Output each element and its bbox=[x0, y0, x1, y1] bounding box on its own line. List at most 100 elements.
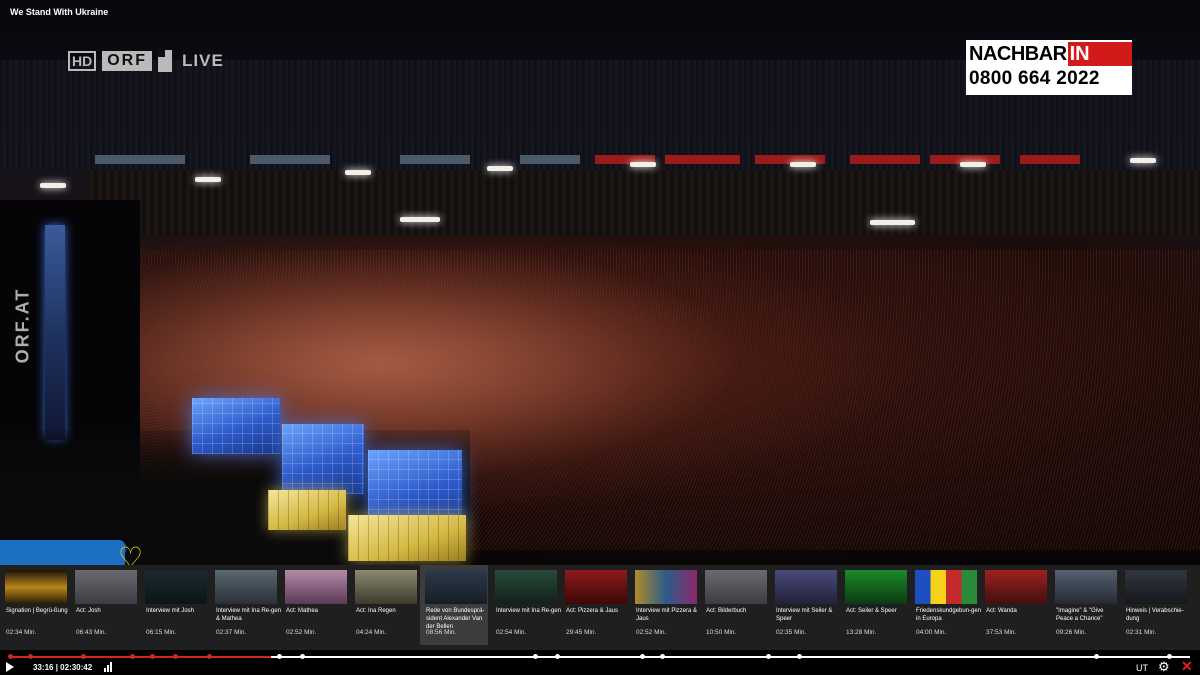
chapter-duration: 04:00 Min. bbox=[916, 629, 947, 636]
chapter-marker[interactable] bbox=[28, 654, 34, 659]
stage-led-screen bbox=[45, 225, 65, 440]
chapter-item[interactable]: Friedenskundgebun-gen in Europa 04:00 Min… bbox=[910, 565, 981, 645]
orf1-icon bbox=[158, 50, 173, 72]
chapter-thumbnail bbox=[425, 570, 487, 604]
chapter-thumbnail bbox=[915, 570, 977, 604]
subtitles-button[interactable]: UT bbox=[1136, 663, 1148, 673]
chapter-thumbnail bbox=[145, 570, 207, 604]
hd-badge: HD bbox=[68, 51, 97, 71]
chapter-marker[interactable] bbox=[172, 654, 178, 659]
chapter-marker[interactable] bbox=[129, 654, 135, 659]
chapter-marker[interactable] bbox=[765, 654, 771, 659]
chapter-thumbnail bbox=[565, 570, 627, 604]
chapter-item[interactable]: "Imagine" & "Give Peace a Chance" 09:26 M… bbox=[1050, 565, 1118, 645]
chapter-item[interactable]: Signation | Begrü-ßung 02:34 Min. bbox=[0, 565, 68, 645]
channel-name: ORF bbox=[102, 51, 153, 71]
chapter-title: "Imagine" & "Give Peace a Chance" bbox=[1056, 608, 1104, 622]
chapter-duration: 37:53 Min. bbox=[986, 629, 1017, 636]
chapter-thumbnail bbox=[635, 570, 697, 604]
chapter-marker[interactable] bbox=[207, 654, 213, 659]
chapter-duration: 29:45 Min. bbox=[566, 629, 597, 636]
chapter-item[interactable]: Act: Josh 06:43 Min. bbox=[70, 565, 138, 645]
chapter-item[interactable]: Act: Ina Regen 04:24 Min. bbox=[350, 565, 418, 645]
chapter-item[interactable]: Interview mit Josh 06:15 Min. bbox=[140, 565, 208, 645]
chapter-marker[interactable] bbox=[532, 654, 538, 659]
chapter-thumbnail bbox=[5, 570, 67, 604]
donation-banner: NACHBAR IN NOT 0800 664 2022 bbox=[966, 40, 1132, 95]
chapter-duration: 09:26 Min. bbox=[1056, 629, 1087, 636]
chapter-thumbnail bbox=[705, 570, 767, 604]
chapter-item[interactable]: Act: Seiler & Speer 13:28 Min. bbox=[840, 565, 908, 645]
chapter-marker[interactable] bbox=[660, 654, 666, 659]
chapter-thumbnail bbox=[985, 570, 1047, 604]
chapter-duration: 08:56 Min. bbox=[426, 629, 457, 636]
chapter-marker[interactable] bbox=[555, 654, 561, 659]
current-time: 33:16 bbox=[33, 663, 54, 672]
chapter-marker[interactable] bbox=[8, 654, 13, 659]
close-icon[interactable]: ✕ bbox=[1181, 659, 1193, 673]
chapter-item[interactable]: Rede von Bundesprä-sident Alexander Van … bbox=[420, 565, 488, 645]
gear-icon[interactable]: ⚙ bbox=[1158, 660, 1170, 673]
chapter-thumbnail bbox=[1125, 570, 1187, 604]
chapter-duration: 06:15 Min. bbox=[146, 629, 177, 636]
chapter-thumbnail bbox=[495, 570, 557, 604]
chapter-duration: 02:31 Min. bbox=[1126, 629, 1157, 636]
donation-label-red: IN NOT bbox=[1067, 42, 1132, 89]
time-display: 33:16 | 02:30:42 bbox=[33, 663, 92, 672]
page-title: We Stand With Ukraine bbox=[10, 7, 109, 17]
chapter-title: Act: Seiler & Speer bbox=[846, 608, 897, 614]
stadium-lower-stands bbox=[90, 170, 1200, 235]
chapter-title: Rede von Bundesprä-sident Alexander Van … bbox=[426, 608, 485, 630]
chapter-title: Act: Ina Regen bbox=[356, 608, 396, 614]
chapter-title: Hinweis | Verabschie-dung bbox=[1126, 608, 1184, 622]
chapter-item[interactable]: Interview mit Seiler & Speer 02:35 Min. bbox=[770, 565, 838, 645]
play-icon[interactable] bbox=[6, 662, 14, 672]
chapter-thumbnail bbox=[215, 570, 277, 604]
total-time: 02:30:42 bbox=[60, 663, 93, 672]
chapter-thumbnail bbox=[1055, 570, 1117, 604]
watermark-text: ORF.AT bbox=[12, 287, 33, 364]
chapter-title: Act: Pizzera & Jaus bbox=[566, 608, 619, 614]
chapter-duration: 02:37 Min. bbox=[216, 629, 247, 636]
chapter-item[interactable]: Hinweis | Verabschie-dung 02:31 Min. bbox=[1120, 565, 1188, 645]
chapter-title: Interview mit Ina Re-gen & Mathea bbox=[216, 608, 282, 622]
chapter-item[interactable]: Interview mit Ina Re-gen 02:54 Min. bbox=[490, 565, 561, 645]
chapter-strip: Signation | Begrü-ßung 02:34 Min. Act: Jos… bbox=[0, 565, 1200, 650]
player-controls: 33:16 | 02:30:42 UT ⚙ ✕ bbox=[0, 650, 1200, 675]
chapter-marker[interactable] bbox=[796, 654, 802, 659]
chapter-title: Act: Bilderbuch bbox=[706, 608, 747, 614]
chapter-item[interactable]: Act: Mathea 02:52 Min. bbox=[280, 565, 348, 645]
chapter-item[interactable]: Interview mit Ina Re-gen & Mathea 02:37 M… bbox=[210, 565, 281, 645]
chapter-item[interactable]: Act: Pizzera & Jaus 29:45 Min. bbox=[560, 565, 628, 645]
chapter-title: Act: Josh bbox=[76, 608, 101, 614]
donation-label: NACHBAR bbox=[969, 42, 1067, 65]
live-label: LIVE bbox=[182, 51, 224, 70]
orf-live-logo: HD ORF LIVE bbox=[68, 50, 224, 72]
chapter-title: Interview mit Seiler & Speer bbox=[776, 608, 833, 622]
chapter-title: Interview mit Ina Re-gen bbox=[496, 608, 562, 614]
chapter-duration: 02:52 Min. bbox=[286, 629, 317, 636]
chapter-marker[interactable] bbox=[80, 654, 86, 659]
chapter-item[interactable]: Act: Wanda 37:53 Min. bbox=[980, 565, 1048, 645]
chapter-duration: 06:43 Min. bbox=[76, 629, 107, 636]
chapter-thumbnail bbox=[775, 570, 837, 604]
chapter-duration: 02:52 Min. bbox=[636, 629, 667, 636]
chapter-item[interactable]: Act: Bilderbuch 10:50 Min. bbox=[700, 565, 768, 645]
chapter-item[interactable]: Interview mit Pizzera & Jaus 02:52 Min. bbox=[630, 565, 698, 645]
chapter-marker[interactable] bbox=[150, 654, 156, 659]
chapter-duration: 02:54 Min. bbox=[496, 629, 527, 636]
volume-icon[interactable] bbox=[104, 662, 114, 672]
chapter-duration: 02:34 Min. bbox=[6, 629, 37, 636]
chapter-marker[interactable] bbox=[1093, 654, 1099, 659]
chapter-marker[interactable] bbox=[639, 654, 645, 659]
chapter-thumbnail bbox=[355, 570, 417, 604]
chapter-title: Interview mit Josh bbox=[146, 608, 195, 614]
chapter-marker[interactable] bbox=[276, 654, 282, 659]
seek-bar-progress bbox=[10, 656, 271, 658]
chapter-duration: 02:35 Min. bbox=[776, 629, 807, 636]
chapter-title: Signation | Begrü-ßung bbox=[6, 608, 68, 614]
chapter-marker[interactable] bbox=[299, 654, 305, 659]
chapter-duration: 10:50 Min. bbox=[706, 629, 737, 636]
chapter-title: Act: Wanda bbox=[986, 608, 1017, 614]
chapter-title: Friedenskundgebun-gen in Europa bbox=[916, 608, 982, 622]
